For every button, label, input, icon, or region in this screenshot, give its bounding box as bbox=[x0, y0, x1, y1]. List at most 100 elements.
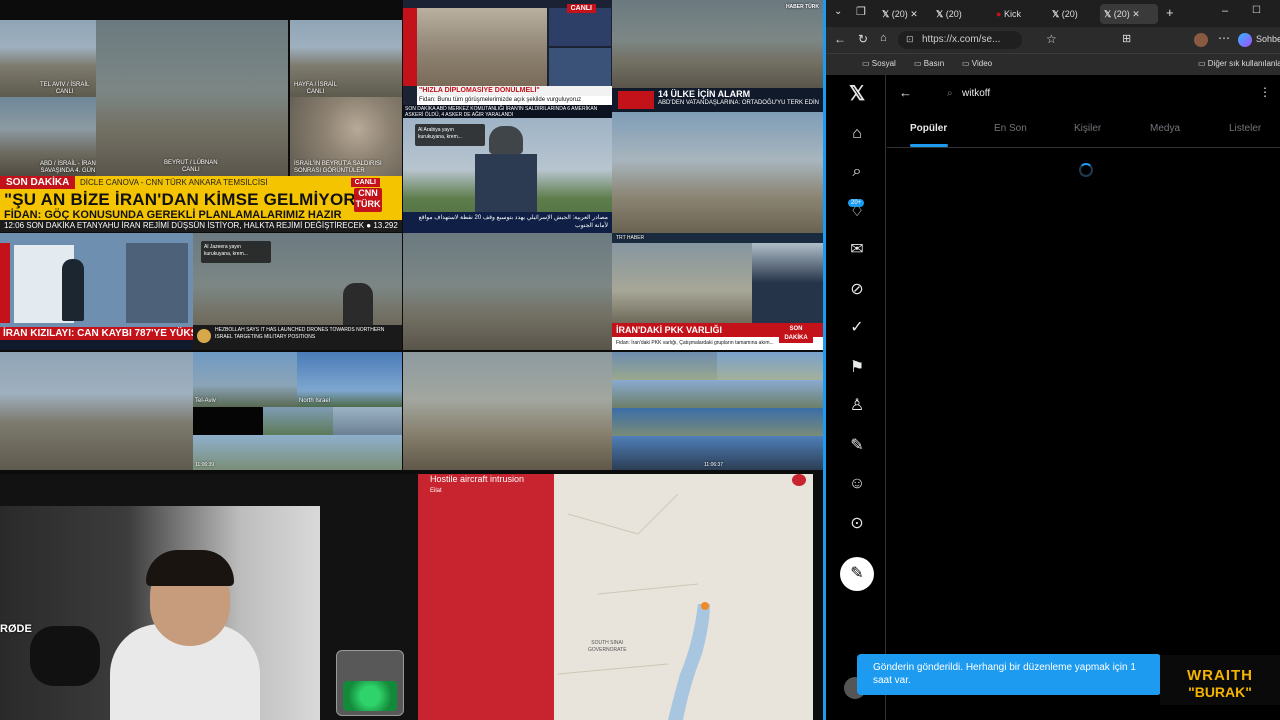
folder-icon: ▭ bbox=[1198, 59, 1208, 68]
mosaic-1 bbox=[612, 352, 717, 380]
video-beyrut-strike: İSRAİL'İN BEYRUT'A SALDIRISI SONRASI GÖR… bbox=[290, 97, 402, 177]
new-tab-icon[interactable]: + bbox=[1166, 5, 1174, 20]
tab-x-active[interactable]: 𝕏 (20) ✕ bbox=[1100, 4, 1158, 24]
map-alert-dot bbox=[792, 474, 806, 486]
minimize-icon[interactable]: – bbox=[1222, 5, 1228, 17]
bookmark-others[interactable]: ▭ Diğer sık kullanılanlar bbox=[1198, 59, 1280, 68]
bookmark-video[interactable]: ▭ Video bbox=[962, 59, 992, 68]
loading-spinner-icon bbox=[1079, 163, 1093, 177]
home-icon[interactable]: ⌂ bbox=[880, 32, 887, 44]
search-input[interactable]: ⌕ witkoff bbox=[938, 81, 1234, 107]
rode-label: RØDE bbox=[0, 623, 32, 635]
video-abd-israel: ABD / İSRAİL - İRAN SAVAŞINDA 4. GÜN bbox=[0, 97, 96, 177]
workspaces-icon[interactable]: ❐ bbox=[856, 5, 866, 18]
browser-window: ⌄ ❐ 𝕏 (20) ✕ 𝕏 (20) ● Kick 𝕏 (20) 𝕏 (20)… bbox=[823, 0, 1280, 720]
tab-medya[interactable]: Medya bbox=[1150, 123, 1180, 134]
cam-tel-aviv-label: Tel-Aviv bbox=[195, 398, 216, 404]
x-tab-icon: 𝕏 bbox=[1104, 9, 1114, 19]
copilot-icon[interactable] bbox=[1238, 33, 1252, 47]
reporter-helmet bbox=[489, 126, 523, 154]
tabs-divider bbox=[887, 147, 1280, 148]
video-iran-kizilay: İRAN KIZILAYI: CAN KAYBI 787'YE YÜKSELDİ bbox=[0, 233, 193, 350]
notifications-badge-text: 20+ bbox=[851, 200, 862, 206]
aljazeera-logo-icon bbox=[197, 329, 211, 343]
cam-north-israel-label: North Israel bbox=[299, 398, 331, 404]
aljazeera-badge: Al Jazeera yayın kurukuyana, krem... bbox=[201, 241, 271, 263]
profile-avatar[interactable] bbox=[1194, 33, 1208, 47]
cnn-headline: "ŞU AN BİZE İRAN'DAN KİMSE GELMİYOR" bbox=[4, 190, 365, 209]
caption-hayfa: HAYFA / İSRAİL CANLI bbox=[294, 82, 337, 95]
wraith-subtitle: "BURAK" bbox=[1188, 684, 1252, 700]
wraith-title: WRAITH bbox=[1187, 667, 1253, 684]
kick-tab-icon: ● bbox=[996, 9, 1004, 19]
tab-kick[interactable]: ● Kick bbox=[992, 4, 1040, 24]
caption-beyrut: BEYRUT / LÜBNAN CANLI bbox=[164, 160, 218, 173]
son-dakika-label: SON DAKİKA bbox=[0, 176, 76, 189]
x-tab-icon: 𝕏 bbox=[1052, 9, 1062, 19]
profile-label: Sohbet bbox=[1256, 34, 1280, 44]
tab-x-2[interactable]: 𝕏 (20) bbox=[932, 4, 980, 24]
tab-populer[interactable]: Popüler bbox=[910, 123, 947, 134]
bookmark-sosyal[interactable]: ▭ Sosyal bbox=[862, 59, 896, 68]
arabic-ticker-text: مصادر العربية: الجيش الإسرائيلي يهدد بتو… bbox=[418, 215, 608, 229]
communities-nav-icon[interactable]: ✓ bbox=[846, 317, 868, 339]
url-field[interactable]: https://x.com/se... bbox=[898, 31, 1022, 49]
search-options-icon[interactable]: ⋮ bbox=[1259, 85, 1271, 99]
lock-icon: ⊡ bbox=[906, 34, 914, 44]
kizilay-ticker bbox=[0, 340, 193, 350]
cam-bottom-row bbox=[193, 435, 402, 470]
x-logo-icon[interactable]: 𝕏 bbox=[846, 83, 868, 105]
tab-listeler[interactable]: Listeler bbox=[1229, 123, 1261, 134]
mosaic-timestamp: 11:06:37 bbox=[704, 462, 724, 468]
grok-nav-icon[interactable]: ⊘ bbox=[846, 279, 868, 301]
post-sent-toast: Gönderin gönderildi. Herhangi bir düzenl… bbox=[857, 654, 1161, 695]
home-nav-icon[interactable]: ⌂ bbox=[846, 123, 868, 145]
caption-beyrut-strike: İSRAİL'İN BEYRUT'A SALDIRISI SONRASI GÖR… bbox=[294, 161, 382, 174]
side-monitors bbox=[126, 243, 188, 323]
tab-x-2-label: (20) bbox=[945, 9, 962, 19]
aljazeera-ticker-text: HEZBOLLAH SAYS IT HAS LAUNCHED DRONES TO… bbox=[215, 327, 385, 340]
explore-nav-icon[interactable]: ⌕ bbox=[846, 161, 868, 183]
premium-nav-icon[interactable]: ♙ bbox=[846, 395, 868, 417]
maximize-icon[interactable]: ☐ bbox=[1252, 5, 1261, 16]
bookmark-basin[interactable]: ▭ Basın bbox=[914, 59, 944, 68]
articles-nav-icon[interactable]: ✎ bbox=[846, 435, 868, 457]
video-tel-aviv: TEL AVIV / İSRAİL CANLI bbox=[0, 20, 96, 97]
caption-abd-israel: ABD / İSRAİL - İRAN SAVAŞINDA 4. GÜN bbox=[40, 161, 96, 174]
post-button[interactable]: ✎ bbox=[840, 557, 874, 591]
x-tab-icon: 𝕏 bbox=[882, 9, 892, 19]
more-nav-icon[interactable]: ⊙ bbox=[846, 513, 868, 535]
bookmarks-bar: ▭ Sosyal ▭ Basın ▭ Video ▭ Diğer sık kul… bbox=[826, 53, 1280, 75]
tab-x-1[interactable]: 𝕏 (20) ✕ bbox=[878, 4, 930, 24]
mosaic-4 bbox=[612, 408, 823, 436]
video-al-arabiya: Al Arabiya yayın kurukuyana, krem... مصا… bbox=[403, 118, 612, 233]
aljazeera-badge-text: Al Jazeera yayın kurukuyana, krem... bbox=[204, 244, 248, 257]
aljazeera-ticker: HEZBOLLAH SAYS IT HAS LAUNCHED DRONES TO… bbox=[193, 325, 402, 350]
al-arabiya-badge: Al Arabiya yayın kurukuyana, krem... bbox=[415, 124, 485, 146]
refresh-icon[interactable]: ↻ bbox=[858, 32, 868, 46]
back-icon[interactable]: ← bbox=[834, 32, 846, 46]
trt-city bbox=[612, 243, 752, 323]
bookmarks-nav-icon[interactable]: ⚑ bbox=[846, 357, 868, 379]
favorite-star-icon[interactable]: ☆ bbox=[1046, 32, 1057, 46]
arabic-ticker: مصادر العربية: الجيش الإسرائيلي يهدد بتو… bbox=[403, 212, 612, 233]
tab-kisiler[interactable]: Kişiler bbox=[1074, 123, 1101, 134]
tab-kick-label: Kick bbox=[1003, 9, 1021, 19]
center-ticker: SON DAKİKA ABD MERKEZ KOMUTANLIĞI İRAN'I… bbox=[403, 105, 612, 118]
more-icon[interactable]: ⋯ bbox=[1218, 31, 1230, 45]
tab-en-son[interactable]: En Son bbox=[994, 123, 1027, 134]
search-icon: ⌕ bbox=[947, 88, 953, 99]
profile-nav-icon[interactable]: ☺ bbox=[846, 473, 868, 495]
tab-list-icon[interactable]: ⌄ bbox=[834, 6, 842, 17]
extensions-icon[interactable]: ⊞ bbox=[1122, 32, 1131, 45]
tab-x-3[interactable]: 𝕏 (20) bbox=[1048, 4, 1096, 24]
search-back-icon[interactable]: ← bbox=[899, 85, 912, 100]
video-hayfa: HAYFA / İSRAİL CANLI bbox=[290, 20, 402, 97]
alarm-logo bbox=[618, 91, 654, 109]
cam-hills bbox=[263, 407, 333, 435]
sub-text: Fidan: Bunu tüm görüşmelerimizde açık şe… bbox=[419, 97, 582, 103]
alarm-headline: 14 ÜLKE İÇİN ALARM bbox=[658, 89, 751, 99]
messages-nav-icon[interactable]: ✉ bbox=[846, 239, 868, 261]
cnn-turk-lower-third: SON DAKİKA DİCLE CANOVA - CNN TÜRK ANKAR… bbox=[0, 176, 402, 232]
son-dakika-corner-text: SON DAKİKA bbox=[784, 326, 808, 341]
